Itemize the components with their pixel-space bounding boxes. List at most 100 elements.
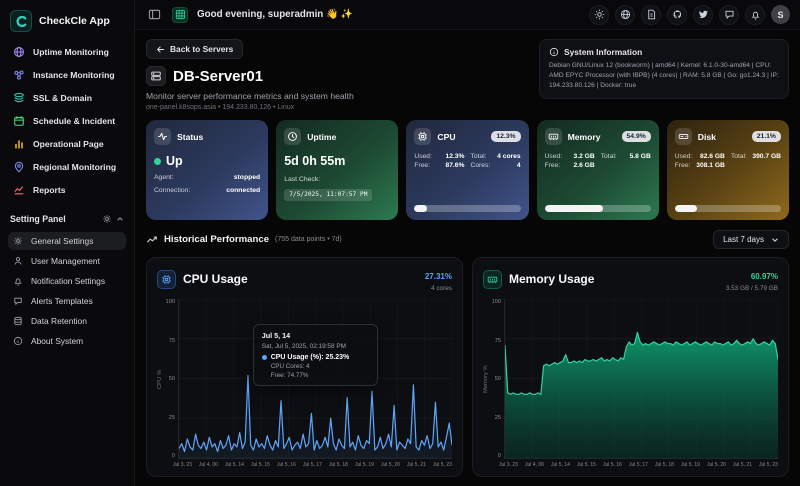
bar-chart-icon — [13, 138, 25, 150]
memory-progress-fill — [545, 205, 603, 212]
github-icon — [672, 9, 683, 20]
settings-panel-controls[interactable] — [102, 214, 124, 224]
disk-card: Disk 21.1% Used:82.6 GB Total:390.7 GB F… — [667, 120, 789, 220]
greeting-text: Good evening, superadmin 👋 ✨ — [197, 9, 353, 20]
sidebar-item-operational-page[interactable]: Operational Page — [8, 134, 126, 154]
memory-chart-title: Memory Usage — [509, 272, 594, 286]
sidebar-toggle-button[interactable] — [145, 6, 163, 24]
sidebar-item-label: Regional Monitoring — [33, 162, 116, 172]
app-grid-button[interactable] — [172, 7, 188, 23]
metric-cards: Status Up Agent:stopped Connection:conne… — [146, 120, 789, 220]
sidebar-item-data-retention[interactable]: Data Retention — [8, 312, 126, 330]
sun-icon — [594, 9, 605, 20]
settings-panel-header: Setting Panel — [10, 214, 124, 224]
language-button[interactable] — [615, 5, 635, 25]
sidebar-item-reports[interactable]: Reports — [8, 180, 126, 200]
memory-percent-badge: 54.9% — [622, 131, 651, 142]
calendar-icon — [13, 115, 25, 127]
history-title: Historical Performance — [164, 234, 269, 245]
sidebar-item-regional-monitoring[interactable]: Regional Monitoring — [8, 157, 126, 177]
memory-usage-stat: 3.53 GB / 5.79 GB — [726, 285, 778, 292]
memory-y-axis-label: Memory % — [483, 299, 489, 459]
cpu-chip-icon — [414, 128, 431, 145]
sidebar-item-label: Schedule & Incident — [33, 116, 115, 126]
sidebar-item-label: SSL & Domain — [33, 93, 92, 103]
memory-icon — [545, 128, 562, 145]
twitter-button[interactable] — [693, 5, 713, 25]
memory-current-stat: 60.97% — [751, 272, 778, 281]
activity-icon — [154, 128, 171, 145]
uptime-value: 5d 0h 55m — [284, 154, 390, 168]
report-chart-icon — [13, 184, 25, 196]
settings-panel-title: Setting Panel — [10, 214, 66, 224]
main-nav: Uptime Monitoring Instance Monitoring SS… — [8, 42, 126, 200]
sidebar-item-label: Alerts Templates — [31, 296, 93, 306]
cpu-current-stat: 27.31% — [425, 272, 452, 281]
cpu-progress-bar — [414, 205, 520, 212]
series-dot — [262, 355, 267, 360]
sidebar-item-label: Reports — [33, 185, 65, 195]
bell-icon — [13, 276, 23, 286]
disk-progress-bar — [675, 205, 781, 212]
feedback-button[interactable] — [719, 5, 739, 25]
info-icon — [549, 47, 559, 57]
disk-progress-fill — [675, 205, 697, 212]
memory-card: Memory 54.9% Used:3.2 GB Total:5.8 GB Fr… — [537, 120, 659, 220]
cpu-card: CPU 12.3% Used:12.3% Total:4 cores Free:… — [406, 120, 528, 220]
memory-x-axis-labels: Jul 3, 23Jul 4, 00Jul 5, 14Jul 5, 15Jul … — [483, 459, 778, 468]
sidebar-item-schedule-incident[interactable]: Schedule & Incident — [8, 111, 126, 131]
server-icon — [146, 66, 166, 86]
panel-toggle-icon — [148, 8, 161, 21]
chat-bubble-icon — [724, 9, 735, 20]
cpu-y-axis-label: CPU % — [157, 299, 163, 459]
theme-toggle-button[interactable] — [589, 5, 609, 25]
chevron-up-icon — [116, 215, 124, 223]
globe-icon — [13, 46, 25, 58]
gear-icon — [102, 214, 112, 224]
clock-icon — [284, 128, 301, 145]
chart-tooltip: Jul 5, 14 Sat, Jul 5, 2025, 02:19:58 PM … — [253, 324, 378, 386]
sidebar-item-instance-monitoring[interactable]: Instance Monitoring — [8, 65, 126, 85]
connection-status: connected — [226, 187, 260, 194]
memory-y-axis-ticks: 1007550250 — [489, 299, 504, 459]
chat-bubble-icon — [13, 296, 23, 306]
server-header: Back to Servers DB-Server01 Monitor serv… — [146, 39, 354, 111]
cpu-y-axis-ticks: 1007550250 — [163, 299, 178, 459]
uptime-card: Uptime 5d 0h 55m Last Check: 7/5/2025, 1… — [276, 120, 398, 220]
sidebar-item-label: Uptime Monitoring — [33, 47, 109, 57]
time-range-value: Last 7 days — [723, 235, 764, 244]
memory-progress-bar — [545, 205, 651, 212]
sidebar-item-uptime-monitoring[interactable]: Uptime Monitoring — [8, 42, 126, 62]
layers-icon — [13, 92, 25, 104]
main-area: Good evening, superadmin 👋 ✨ S Back to S… — [135, 0, 800, 486]
history-header-row: Historical Performance (755 data points … — [146, 230, 789, 249]
app-title: CheckCle App — [39, 15, 110, 27]
app-logo-icon — [10, 10, 32, 32]
cpu-chip-icon — [157, 270, 176, 289]
sidebar-item-general-settings[interactable]: General Settings — [8, 232, 126, 250]
disk-percent-badge: 21.1% — [752, 131, 781, 142]
bell-icon — [750, 9, 761, 20]
sidebar-item-user-management[interactable]: User Management — [8, 252, 126, 270]
status-card: Status Up Agent:stopped Connection:conne… — [146, 120, 268, 220]
sidebar-item-label: Data Retention — [31, 316, 87, 326]
sidebar-item-alerts-templates[interactable]: Alerts Templates — [8, 292, 126, 310]
github-button[interactable] — [667, 5, 687, 25]
docs-button[interactable] — [641, 5, 661, 25]
cluster-icon — [13, 69, 25, 81]
sidebar-item-about-system[interactable]: About System — [8, 332, 126, 350]
sidebar-item-notification-settings[interactable]: Notification Settings — [8, 272, 126, 290]
user-avatar[interactable]: S — [771, 5, 790, 24]
sidebar-item-ssl-domain[interactable]: SSL & Domain — [8, 88, 126, 108]
memory-icon — [483, 270, 502, 289]
back-to-servers-button[interactable]: Back to Servers — [146, 39, 243, 59]
settings-nav: General Settings User Management Notific… — [8, 232, 126, 350]
time-range-select[interactable]: Last 7 days — [713, 230, 789, 249]
grid-icon — [175, 9, 186, 20]
sidebar-item-label: Notification Settings — [31, 276, 105, 286]
notifications-button[interactable] — [745, 5, 765, 25]
disk-icon — [675, 128, 692, 145]
sidebar-item-label: About System — [31, 336, 83, 346]
system-information-title: System Information — [564, 47, 642, 57]
history-meta: (755 data points • 7d) — [275, 236, 342, 243]
